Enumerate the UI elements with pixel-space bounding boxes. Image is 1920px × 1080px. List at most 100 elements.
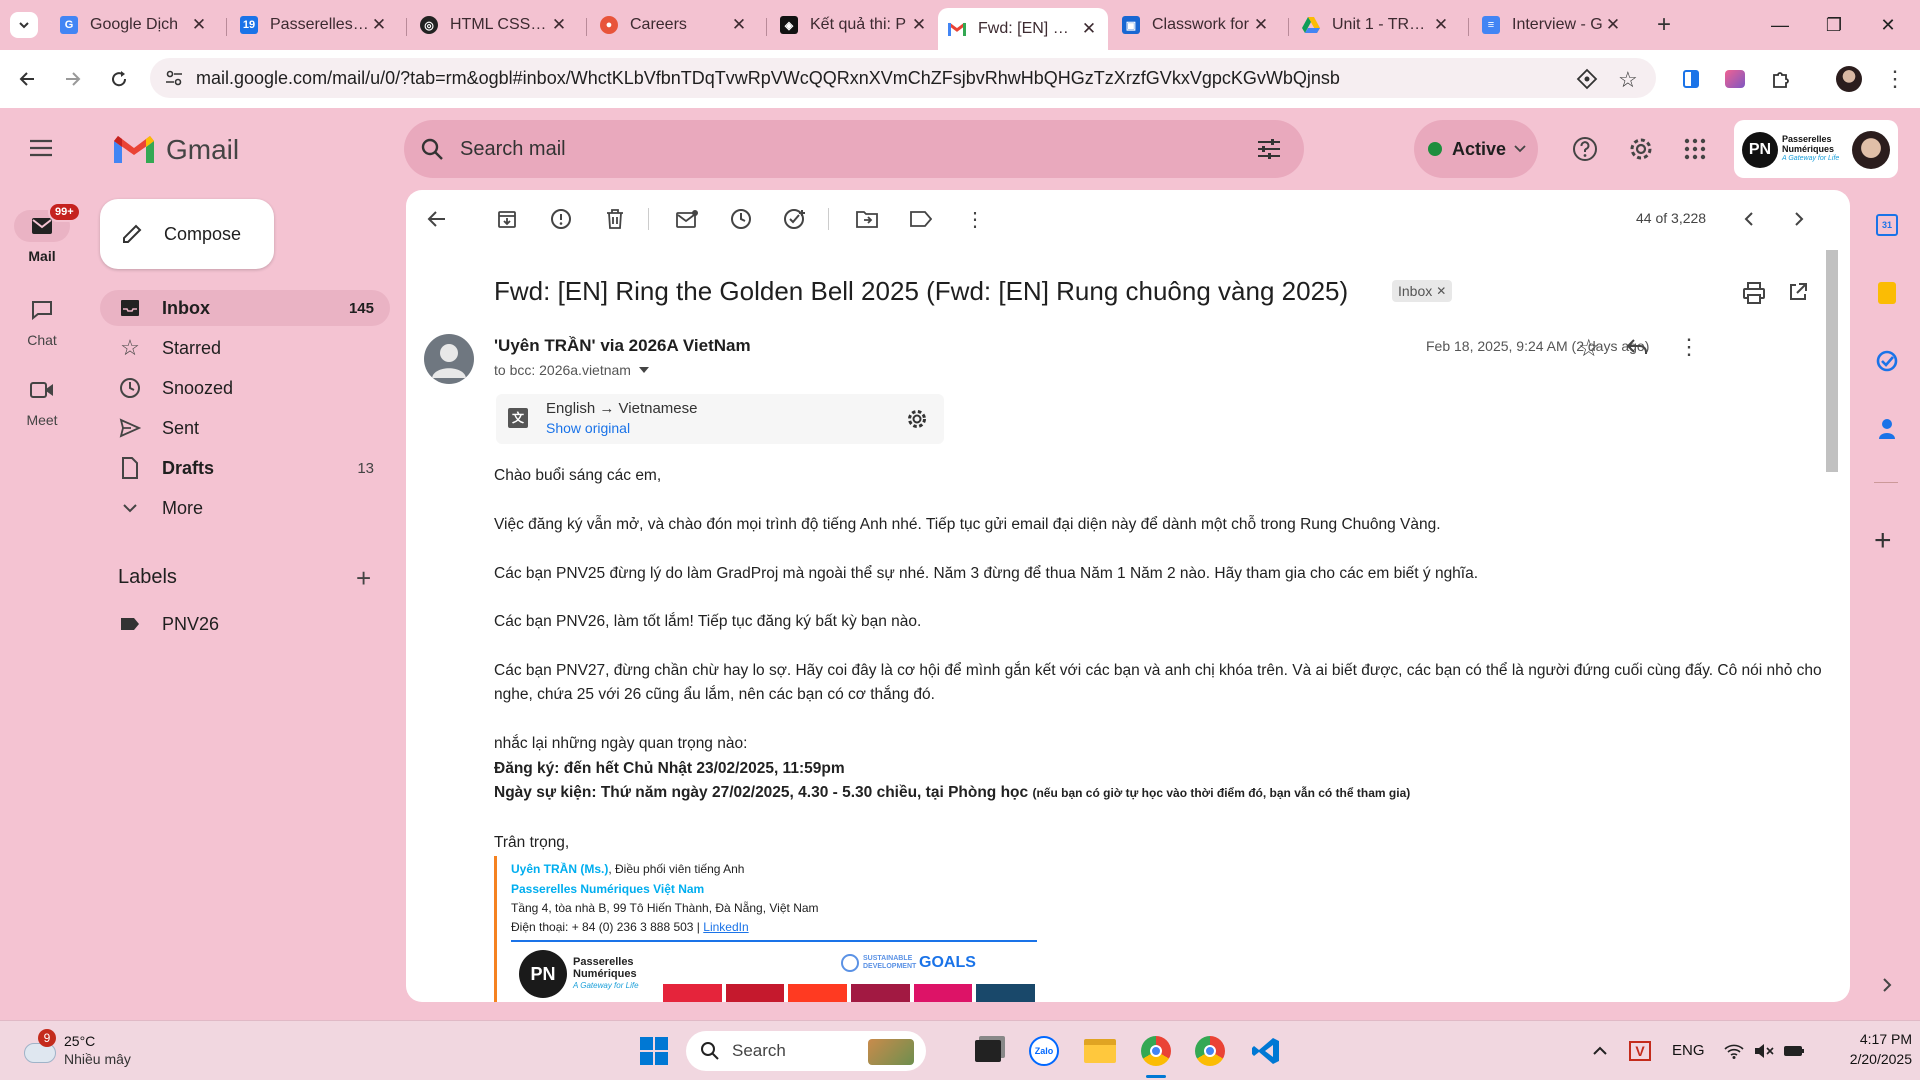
taskbar-search[interactable]: Search bbox=[686, 1031, 926, 1071]
nav-snoozed[interactable]: Snoozed bbox=[100, 370, 390, 406]
close-icon[interactable]: ✕ bbox=[1604, 15, 1622, 35]
file-explorer-icon[interactable] bbox=[1080, 1031, 1120, 1071]
zalo-icon[interactable]: Zalo bbox=[1024, 1031, 1064, 1071]
battery-icon[interactable] bbox=[1774, 1031, 1814, 1071]
star-icon[interactable]: ☆ bbox=[1578, 334, 1600, 363]
vietkey-icon[interactable]: V bbox=[1620, 1031, 1660, 1071]
site-info-icon[interactable] bbox=[164, 68, 184, 88]
snooze-clock-icon[interactable] bbox=[728, 206, 754, 232]
restore-button[interactable]: ❐ bbox=[1814, 10, 1854, 40]
close-icon[interactable]: ✕ bbox=[1432, 15, 1450, 35]
keep-icon[interactable] bbox=[1878, 282, 1896, 304]
newer-chevron-icon[interactable] bbox=[1736, 206, 1762, 232]
print-icon[interactable] bbox=[1742, 282, 1766, 304]
input-language[interactable]: ENG bbox=[1672, 1042, 1705, 1059]
back-to-inbox-icon[interactable] bbox=[424, 206, 450, 232]
search-bar[interactable]: Search mail bbox=[404, 120, 1304, 178]
add-label-button[interactable]: + bbox=[356, 563, 371, 594]
sender-avatar[interactable] bbox=[424, 334, 474, 384]
close-icon[interactable]: ✕ bbox=[1080, 19, 1098, 39]
browser-tab[interactable]: ▣ Classwork for ✕ bbox=[1112, 8, 1280, 42]
task-view-icon[interactable] bbox=[968, 1031, 1008, 1071]
system-clock[interactable]: 4:17 PM 2/20/2025 bbox=[1822, 1029, 1912, 1069]
chrome-profile-icon[interactable] bbox=[1190, 1031, 1230, 1071]
browser-tab[interactable]: G Google Dịch ✕ bbox=[50, 8, 218, 42]
gmail-logo[interactable]: Gmail bbox=[114, 134, 239, 166]
tab-search-button[interactable] bbox=[10, 12, 38, 38]
status-selector[interactable]: Active bbox=[1414, 120, 1538, 178]
browser-tab[interactable]: ◎ HTML CSS Online ✕ bbox=[410, 8, 578, 42]
reply-icon[interactable] bbox=[1626, 338, 1648, 356]
linkedin-link[interactable]: LinkedIn bbox=[703, 920, 748, 934]
more-options-icon[interactable]: ⋮ bbox=[962, 206, 988, 232]
browser-tab[interactable]: ≡ Interview - G ✕ bbox=[1472, 8, 1632, 42]
search-filter-icon[interactable] bbox=[1256, 137, 1282, 161]
bookmark-star-icon[interactable]: ☆ bbox=[1618, 67, 1638, 93]
nav-starred[interactable]: ☆ Starred bbox=[100, 330, 390, 366]
nav-more[interactable]: More bbox=[100, 490, 390, 526]
scrollbar-thumb[interactable] bbox=[1826, 250, 1838, 472]
close-icon[interactable]: ✕ bbox=[910, 15, 928, 35]
contacts-icon[interactable] bbox=[1878, 418, 1896, 440]
browser-tab[interactable]: ◈ Kết quả thi: P ✕ bbox=[770, 8, 938, 42]
browser-tab[interactable]: Unit 1 - TRAINING ✕ bbox=[1292, 8, 1460, 42]
rail-chat[interactable]: Chat bbox=[0, 294, 84, 348]
browser-tab-active[interactable]: Fwd: [EN] Ring the ✕ bbox=[938, 8, 1108, 50]
chrome-icon[interactable] bbox=[1136, 1031, 1176, 1071]
help-icon[interactable] bbox=[1570, 134, 1600, 164]
close-icon[interactable]: ✕ bbox=[550, 15, 568, 35]
main-menu-icon[interactable] bbox=[28, 138, 56, 162]
extension-gradient-icon[interactable] bbox=[1720, 64, 1750, 94]
nav-inbox[interactable]: Inbox 145 bbox=[100, 290, 390, 326]
translate-settings-icon[interactable] bbox=[906, 408, 928, 430]
rail-meet[interactable]: Meet bbox=[0, 374, 84, 428]
tasks-icon[interactable] bbox=[1876, 350, 1898, 372]
label-pnv26[interactable]: PNV26 bbox=[100, 606, 390, 642]
label-icon[interactable] bbox=[908, 206, 934, 232]
forward-button[interactable] bbox=[58, 64, 88, 94]
show-hidden-icons-chevron[interactable] bbox=[1580, 1031, 1620, 1071]
back-button[interactable] bbox=[12, 64, 42, 94]
older-chevron-icon[interactable] bbox=[1786, 206, 1812, 232]
profile-avatar[interactable] bbox=[1834, 64, 1864, 94]
recipients[interactable]: to bcc: 2026a.vietnam bbox=[494, 362, 649, 378]
browser-tab[interactable]: ● Careers ✕ bbox=[590, 8, 758, 42]
nav-drafts[interactable]: Drafts 13 bbox=[100, 450, 390, 486]
weather-widget[interactable]: 9 25°C Nhiều mây bbox=[20, 1029, 160, 1073]
delete-trash-icon[interactable] bbox=[602, 206, 628, 232]
browser-tab[interactable]: 19 Passerelles numériques ✕ bbox=[230, 8, 398, 42]
open-new-window-icon[interactable] bbox=[1788, 282, 1808, 302]
address-bar[interactable]: mail.google.com/mail/u/0/?tab=rm&ogbl#in… bbox=[150, 58, 1656, 98]
report-spam-icon[interactable] bbox=[548, 206, 574, 232]
show-original-link[interactable]: Show original bbox=[546, 420, 630, 436]
reload-button[interactable] bbox=[104, 64, 134, 94]
rail-mail[interactable]: 99+ Mail bbox=[0, 202, 84, 264]
inbox-label-badge[interactable]: Inbox ✕ bbox=[1392, 280, 1453, 302]
add-task-icon[interactable] bbox=[782, 206, 808, 232]
search-input[interactable]: Search mail bbox=[460, 138, 566, 161]
side-panel-icon[interactable] bbox=[1676, 64, 1706, 94]
close-icon[interactable]: ✕ bbox=[370, 15, 388, 35]
compose-button[interactable]: Compose bbox=[100, 199, 274, 269]
nav-sent[interactable]: Sent bbox=[100, 410, 390, 446]
calendar-icon[interactable]: 31 bbox=[1876, 214, 1898, 236]
close-window-button[interactable]: ✕ bbox=[1868, 10, 1908, 40]
new-tab-button[interactable]: + bbox=[1650, 12, 1678, 40]
apps-grid-icon[interactable] bbox=[1680, 134, 1710, 164]
sender-name[interactable]: 'Uyên TRẦN' via 2026A VietNam bbox=[494, 336, 751, 356]
windows-start-icon[interactable] bbox=[634, 1031, 674, 1071]
close-icon[interactable]: ✕ bbox=[730, 15, 748, 35]
remove-label-icon[interactable]: ✕ bbox=[1436, 284, 1446, 298]
vscode-icon[interactable] bbox=[1246, 1031, 1286, 1071]
install-app-icon[interactable] bbox=[1576, 68, 1598, 90]
close-icon[interactable]: ✕ bbox=[1252, 15, 1270, 35]
account-switcher[interactable]: PN Passerelles Numériques A Gateway for … bbox=[1734, 120, 1898, 178]
move-to-folder-icon[interactable] bbox=[854, 206, 880, 232]
search-icon[interactable] bbox=[420, 137, 444, 161]
add-addon-icon[interactable]: + bbox=[1874, 524, 1892, 558]
mark-unread-icon[interactable] bbox=[674, 206, 700, 232]
settings-gear-icon[interactable] bbox=[1626, 134, 1656, 164]
message-more-icon[interactable]: ⋮ bbox=[1678, 334, 1700, 360]
minimize-button[interactable]: — bbox=[1760, 10, 1800, 40]
close-icon[interactable]: ✕ bbox=[190, 15, 208, 35]
